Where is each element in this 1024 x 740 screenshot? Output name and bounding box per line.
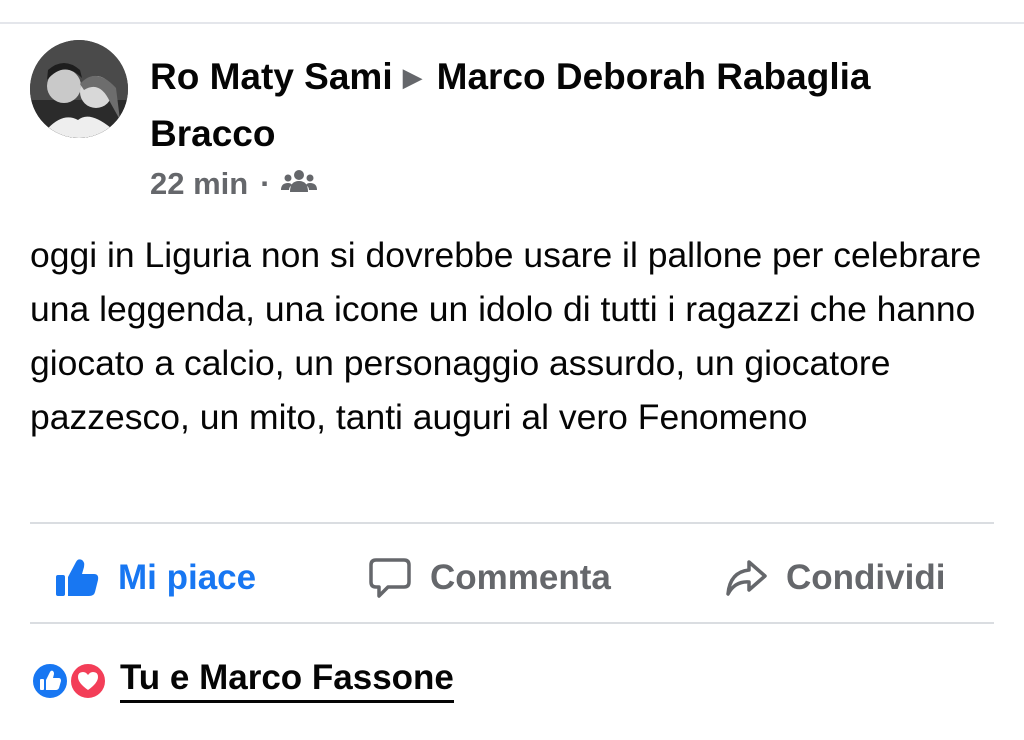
like-button[interactable]: Mi piace [54,548,256,608]
top-divider [0,22,1024,24]
action-bar: Mi piace Commenta Condividi [30,548,994,608]
share-button[interactable]: Condividi [724,548,945,608]
group-icon [280,166,317,202]
avatar[interactable] [30,40,128,138]
post-text: oggi in Liguria non si dovrebbe usare il… [30,235,982,437]
reaction-icons [30,660,114,700]
divider [30,522,994,524]
thumbs-up-icon [54,558,100,598]
share-label: Condividi [786,558,946,597]
like-reaction-icon [30,661,70,706]
comment-button[interactable]: Commenta [368,548,611,608]
arrow-right-icon: ▶ [402,62,423,92]
post-header: Ro Maty Sami ▶ Marco Deborah Rabaglia Brac… [150,50,950,161]
reactors-text[interactable]: Tu e Marco Fassone [120,658,454,703]
comment-icon [368,557,412,599]
comment-label: Commenta [430,558,611,597]
reactions-summary[interactable]: Tu e Marco Fassone [30,655,454,705]
author-name[interactable]: Ro Maty Sami [150,56,393,97]
post-time[interactable]: 22 min [150,166,248,202]
like-label: Mi piace [118,558,257,597]
post-meta: 22 min · [150,164,317,204]
share-arrow-icon [724,558,768,598]
love-reaction-icon [68,661,108,706]
divider [30,622,994,624]
meta-separator: · [260,166,271,201]
